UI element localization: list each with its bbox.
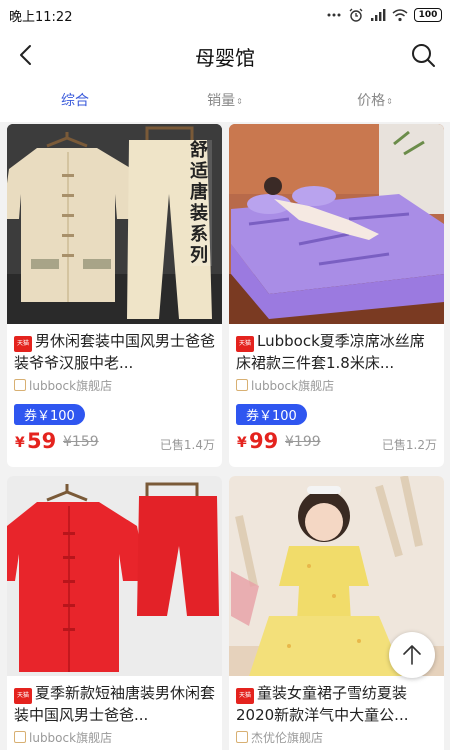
back-to-top-button[interactable]	[389, 632, 435, 678]
sort-icon: ⇕	[236, 97, 243, 106]
price-row: ¥ 59 ¥159 已售1.4万	[7, 429, 222, 461]
status-time: 晚上11:22	[9, 10, 73, 25]
battery-icon: 100	[414, 8, 442, 22]
price-row: ¥ 99 ¥199 已售1.2万	[229, 429, 444, 461]
status-bar: 晚上11:22 100	[0, 0, 450, 30]
sort-icon: ⇕	[386, 97, 393, 106]
page-title: 母婴馆	[195, 46, 255, 70]
wifi-icon	[392, 9, 408, 22]
sold-count: 已售1.4万	[159, 438, 215, 452]
price: 59	[27, 429, 57, 453]
tab-comprehensive[interactable]: 综合	[0, 80, 150, 122]
product-title: 天猫 童装女童裙子雪纺夏装2020新款洋气中大童公...	[236, 684, 409, 724]
alarm-icon	[349, 8, 363, 22]
shop-name: lubbock旗舰店	[7, 374, 222, 394]
product-title: 天猫 男休闲套装中国风男士爸爸装爷爷汉服中老...	[14, 332, 216, 372]
product-card[interactable]: 天猫 Lubbock夏季凉席冰丝席床裙款三件套1.8米床... lubbock旗舰…	[229, 124, 444, 467]
shop-icon	[14, 379, 26, 391]
currency-symbol: ¥	[15, 435, 25, 451]
image-caption: 舒适唐装系列	[190, 140, 212, 266]
tmall-badge: 天猫	[14, 336, 32, 352]
price: 99	[249, 429, 279, 453]
tab-sales[interactable]: 销量⇕	[150, 80, 300, 122]
shop-name: 杰优伦旗舰店	[229, 726, 444, 746]
product-card[interactable]: 舒适唐装系列 天猫 男休闲套装中国风男士爸爸装爷爷汉服中老... lubbock旗…	[7, 124, 222, 467]
original-price: ¥159	[63, 434, 99, 450]
product-title: 天猫 夏季新款短袖唐装男休闲套装中国风男士爸爸...	[14, 684, 216, 724]
tab-price[interactable]: 价格⇕	[300, 80, 450, 122]
nav-bar: 母婴馆	[0, 30, 450, 80]
red-tang-suit-image	[7, 476, 222, 676]
product-title: 天猫 Lubbock夏季凉席冰丝席床裙款三件套1.8米床...	[236, 332, 425, 372]
original-price: ¥199	[285, 434, 321, 450]
search-icon[interactable]	[410, 42, 436, 68]
arrow-up-icon	[403, 645, 421, 665]
sold-count: 已售1.2万	[381, 438, 437, 452]
currency-symbol: ¥	[237, 435, 247, 451]
bedding-image	[229, 124, 444, 324]
shop-icon	[236, 379, 248, 391]
shop-name: lubbock旗舰店	[229, 374, 444, 394]
coupon-badge: 券￥100	[236, 404, 307, 425]
dots-icon	[327, 13, 341, 17]
sort-tabs: 综合 销量⇕ 价格⇕	[0, 80, 450, 122]
tmall-badge: 天猫	[236, 688, 254, 704]
shop-icon	[236, 731, 248, 743]
coupon-badge: 券￥100	[14, 404, 85, 425]
product-card[interactable]: 天猫 夏季新款短袖唐装男休闲套装中国风男士爸爸... lubbock旗舰店	[7, 476, 222, 750]
signal-icon	[371, 9, 386, 21]
product-image[interactable]	[229, 124, 444, 324]
status-icons: 100	[326, 6, 442, 24]
tmall-badge: 天猫	[14, 688, 32, 704]
product-image[interactable]	[7, 476, 222, 676]
product-image[interactable]: 舒适唐装系列	[7, 124, 222, 324]
tmall-badge: 天猫	[236, 336, 254, 352]
product-grid: 舒适唐装系列 天猫 男休闲套装中国风男士爸爸装爷爷汉服中老... lubbock旗…	[0, 122, 450, 750]
product-card[interactable]: 天猫 童装女童裙子雪纺夏装2020新款洋气中大童公... 杰优伦旗舰店	[229, 476, 444, 750]
shop-name: lubbock旗舰店	[7, 726, 222, 746]
shop-icon	[14, 731, 26, 743]
